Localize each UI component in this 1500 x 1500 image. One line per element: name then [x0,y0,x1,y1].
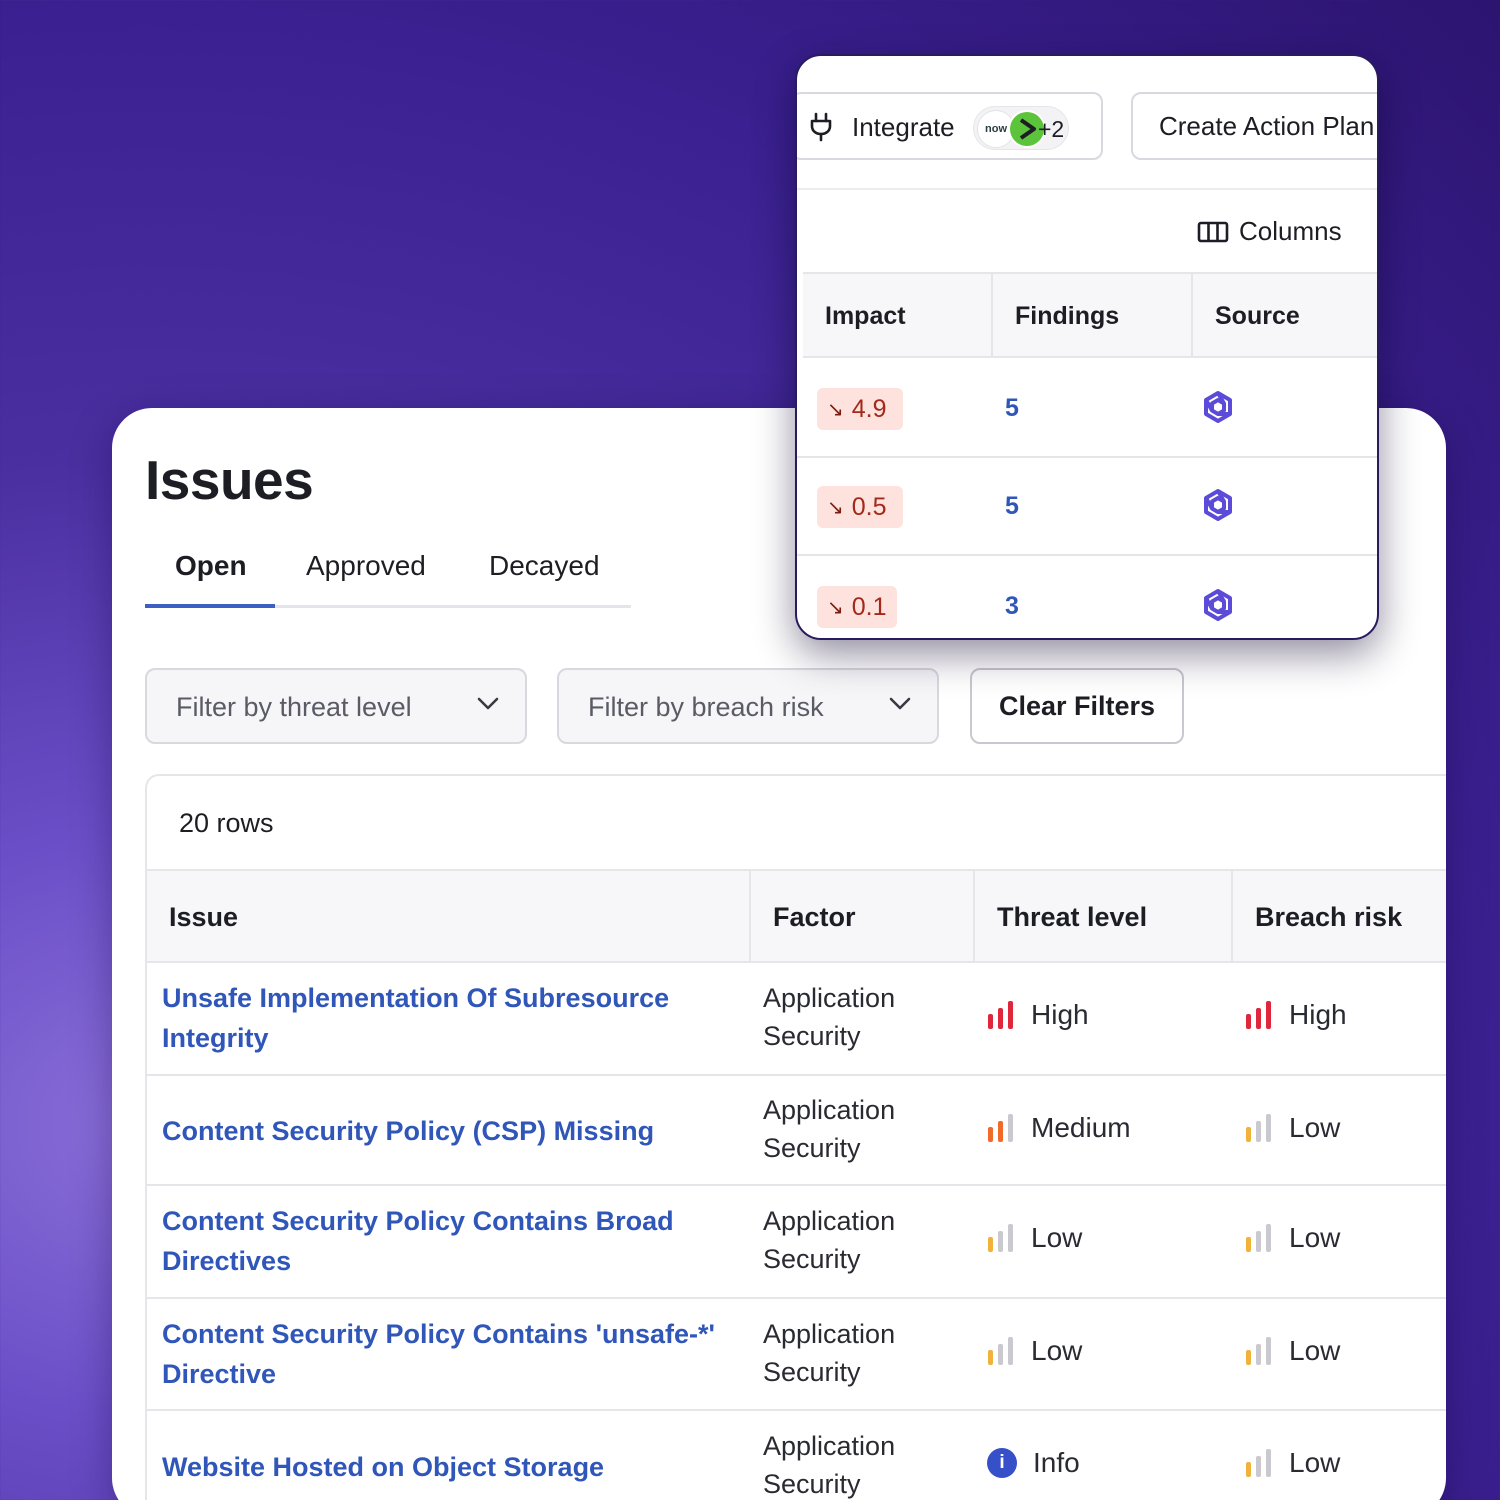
source-logo-icon [1204,589,1232,621]
integrate-label: Integrate [852,112,955,142]
column-header-source[interactable]: Source [1191,274,1377,358]
breach-risk-cell: Low [1245,1112,1340,1144]
signal-low-icon [1246,1114,1271,1142]
impact-value: 0.1 [851,592,887,621]
factor-cell: Application Security [763,983,896,1051]
signal-low-icon [988,1337,1013,1365]
issue-link[interactable]: Content Security Policy Contains 'unsafe… [162,1314,732,1394]
breach-risk-filter[interactable]: Filter by breach risk [557,668,939,744]
columns-button[interactable]: Columns [1197,216,1342,247]
factor-cell: Application Security [763,1206,896,1274]
issue-link[interactable]: Website Hosted on Object Storage [162,1447,732,1487]
threat-level-cell: Low [987,1222,1082,1254]
plug-icon [810,112,832,142]
more-integrations-count: +2 [1038,116,1065,142]
breach-risk-label: High [1289,999,1347,1030]
findings-link[interactable]: 5 [1005,492,1019,521]
breach-risk-cell: Low [1245,1335,1340,1367]
table-row[interactable]: ↘ 0.1 3 [797,556,1377,638]
tab-decayed[interactable]: Decayed [489,550,600,582]
table-row[interactable]: ↘ 0.5 5 [797,458,1377,556]
signal-low-icon [1246,1449,1271,1477]
issue-link[interactable]: Content Security Policy (CSP) Missing [162,1111,732,1151]
threat-level-label: Low [1031,1222,1083,1253]
divider [797,188,1377,190]
source-logo-icon [1204,391,1232,423]
breach-risk-cell: Low [1245,1222,1340,1254]
create-action-plan-button[interactable]: Create Action Plan [1131,92,1377,160]
table-header: Issue Factor Threat level Breach risk [147,869,1446,963]
breach-filter-placeholder: Filter by breach risk [588,692,824,722]
threat-level-cell: i Info [987,1447,1080,1479]
popup-table-header: Impact Findings Source [803,272,1377,358]
column-header-factor[interactable]: Factor [749,871,973,963]
column-header-threat-level[interactable]: Threat level [973,871,1231,963]
signal-low-icon [988,1224,1013,1252]
threat-level-cell: Low [987,1335,1082,1367]
column-header-findings[interactable]: Findings [991,274,1191,358]
findings-link[interactable]: 5 [1005,394,1019,423]
issues-table: 20 rows Issue Factor Threat level Breach… [145,774,1446,1500]
integration-chips: now +2 [973,106,1069,150]
integrate-button[interactable]: Integrate now +2 [797,92,1103,160]
info-icon: i [987,1448,1017,1478]
column-header-breach-risk[interactable]: Breach risk [1231,871,1446,963]
column-header-impact[interactable]: Impact [803,274,991,358]
breach-risk-label: Low [1289,1222,1341,1253]
table-row[interactable]: Content Security Policy Contains 'unsafe… [147,1299,1446,1411]
chevron-down-icon [889,697,911,710]
issue-link[interactable]: Content Security Policy Contains Broad D… [162,1201,732,1281]
arrow-down-right-icon: ↘ [827,496,844,519]
table-row[interactable]: Content Security Policy (CSP) Missing Ap… [147,1076,1446,1186]
threat-level-label: Medium [1031,1112,1131,1143]
threat-level-label: Low [1031,1335,1083,1366]
breach-risk-label: Low [1289,1335,1341,1366]
chevron-down-icon [477,697,499,710]
threat-filter-placeholder: Filter by threat level [176,692,412,722]
impact-badge: ↘ 4.9 [817,388,903,430]
signal-low-icon [1246,1337,1271,1365]
threat-level-cell: High [987,999,1089,1031]
tab-open[interactable]: Open [175,550,247,582]
columns-label: Columns [1239,216,1342,246]
signal-low-icon [1246,1224,1271,1252]
signal-high-icon [988,1001,1013,1029]
impact-badge: ↘ 0.5 [817,486,903,528]
table-row[interactable]: Content Security Policy Contains Broad D… [147,1186,1446,1299]
tab-bar: Open Approved Decayed [145,538,631,608]
signal-high-icon [1246,1001,1271,1029]
breach-risk-label: Low [1289,1112,1341,1143]
page-title: Issues [145,449,314,511]
findings-link[interactable]: 3 [1005,592,1019,621]
tab-approved[interactable]: Approved [306,550,426,582]
source-logo-icon [1204,489,1232,521]
factor-cell: Application Security [763,1319,896,1387]
impact-badge: ↘ 0.1 [817,586,897,628]
column-header-issue[interactable]: Issue [147,871,749,963]
signal-medium-icon [988,1114,1013,1142]
impact-popup-card: Integrate now +2 Create Action Plan Colu… [795,54,1379,640]
issue-link[interactable]: Unsafe Implementation Of Subresource Int… [162,978,732,1058]
table-row[interactable]: Website Hosted on Object Storage Applica… [147,1411,1446,1500]
breach-risk-cell: Low [1245,1447,1340,1479]
clear-filters-button[interactable]: Clear Filters [970,668,1184,744]
threat-level-label: Info [1033,1447,1080,1478]
threat-level-filter[interactable]: Filter by threat level [145,668,527,744]
active-tab-indicator [145,604,275,608]
columns-icon [1197,221,1229,242]
threat-level-label: High [1031,999,1089,1030]
breach-risk-cell: High [1245,999,1347,1031]
impact-value: 0.5 [851,492,887,521]
row-count: 20 rows [179,808,274,838]
arrow-down-right-icon: ↘ [827,398,844,421]
impact-value: 4.9 [851,394,887,423]
threat-level-cell: Medium [987,1112,1131,1144]
breach-risk-label: Low [1289,1447,1341,1478]
table-row[interactable]: ↘ 4.9 5 [797,358,1377,458]
table-row[interactable]: Unsafe Implementation Of Subresource Int… [147,963,1446,1076]
factor-cell: Application Security [763,1095,896,1163]
factor-cell: Application Security [763,1431,896,1499]
arrow-down-right-icon: ↘ [827,596,844,619]
